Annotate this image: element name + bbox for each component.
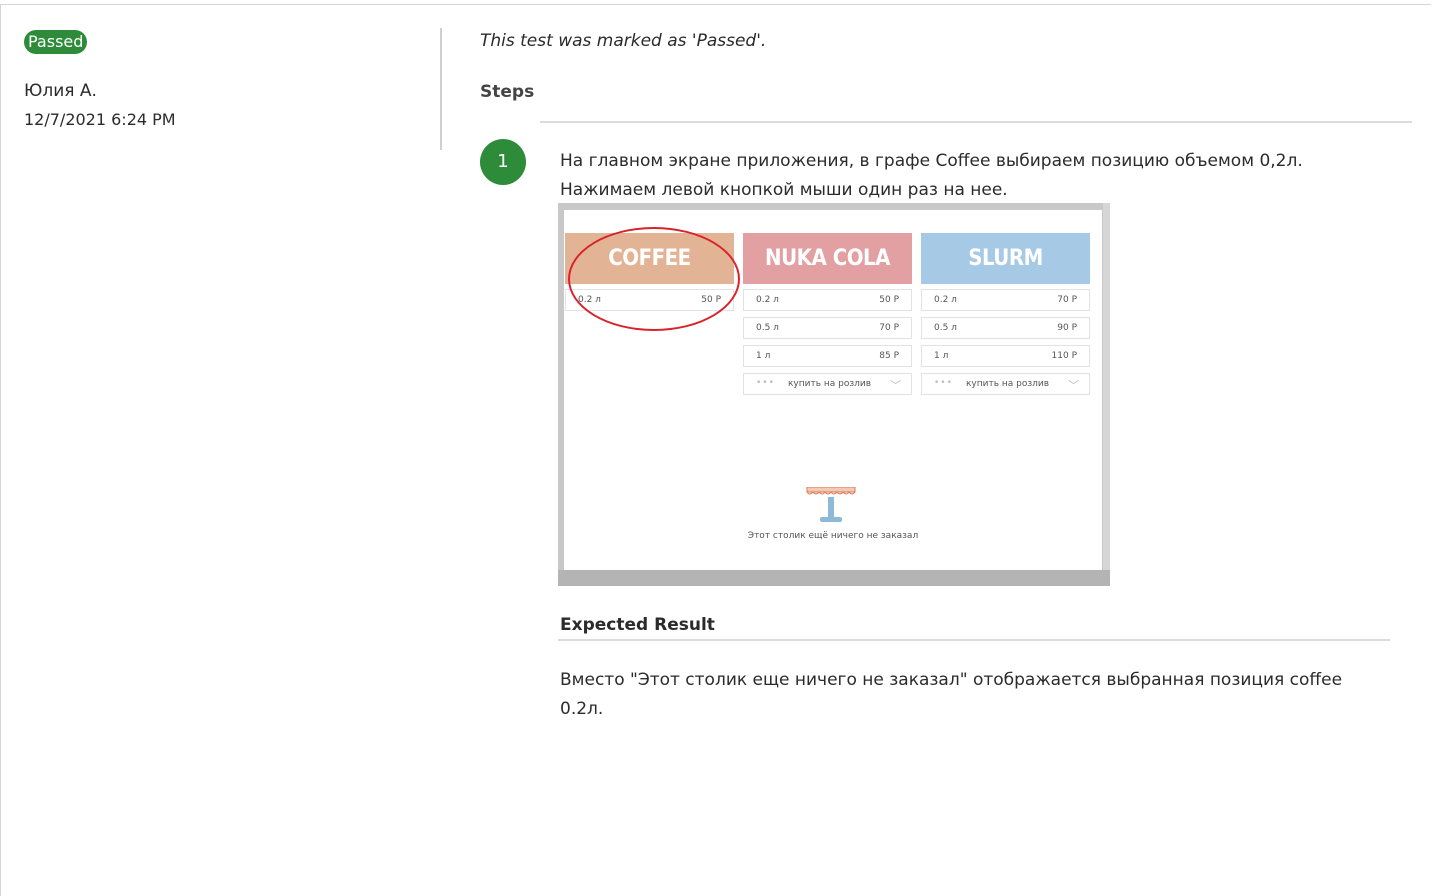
slurm-card-header: SLURM xyxy=(921,233,1090,284)
column-divider xyxy=(440,28,442,150)
row-price: 50 Р xyxy=(879,295,899,305)
row-size: 0.2 л xyxy=(756,295,779,305)
expected-result-divider xyxy=(558,639,1390,641)
row-price: 90 Р xyxy=(1057,323,1077,333)
screenshot-content: COFFEE 0.2 л 50 Р NUKA COLA 0.2 л 50 Р 0… xyxy=(564,210,1102,570)
row-price: 85 Р xyxy=(879,351,899,361)
step-screenshot[interactable]: COFFEE 0.2 л 50 Р NUKA COLA 0.2 л 50 Р 0… xyxy=(558,203,1110,586)
result-note: This test was marked as 'Passed'. xyxy=(480,31,767,51)
expected-result-heading: Expected Result xyxy=(560,615,715,635)
steps-divider xyxy=(540,121,1412,123)
row-size: 0.5 л xyxy=(934,323,957,333)
nuka-row: 1 л 85 Р xyxy=(743,345,912,367)
bulk-label: купить на розлив xyxy=(966,379,1050,389)
test-date: 12/7/2021 6:24 PM xyxy=(24,110,176,129)
status-badge: Passed xyxy=(24,30,88,54)
dots-icon: ••• xyxy=(756,378,775,388)
highlight-ellipse xyxy=(568,227,740,331)
row-size: 0.5 л xyxy=(756,323,779,333)
slurm-row: 0.5 л 90 Р xyxy=(921,317,1090,339)
step-number-badge: 1 xyxy=(480,139,526,185)
nuka-row: 0.5 л 70 Р xyxy=(743,317,912,339)
chevron-down-icon: ﹀ xyxy=(1068,379,1079,392)
screenshot-border xyxy=(558,570,1110,586)
dots-icon: ••• xyxy=(934,378,953,388)
chevron-down-icon: ﹀ xyxy=(890,379,901,392)
nuka-row: 0.2 л 50 Р xyxy=(743,289,912,311)
slurm-row: 1 л 110 Р xyxy=(921,345,1090,367)
slurm-row: 0.2 л 70 Р xyxy=(921,289,1090,311)
nuka-cola-card-header: NUKA COLA xyxy=(743,233,912,284)
tester-name: Юлия А. xyxy=(24,81,97,101)
empty-table-message: Этот столик ещё ничего не заказал xyxy=(747,531,919,541)
row-price: 70 Р xyxy=(1057,295,1077,305)
row-price: 70 Р xyxy=(879,323,899,333)
row-price: 110 Р xyxy=(1051,351,1077,361)
row-size: 1 л xyxy=(756,351,771,361)
expected-result-text: Вместо "Этот столик еще ничего не заказа… xyxy=(560,670,1343,719)
table-icon xyxy=(806,487,856,522)
steps-heading: Steps xyxy=(480,82,535,102)
bulk-label: купить на розлив xyxy=(788,379,872,389)
step-description: На главном экране приложения, в графе Co… xyxy=(560,151,1303,200)
row-size: 1 л xyxy=(934,351,949,361)
slurm-bulk-row: ••• купить на розлив ﹀ xyxy=(921,373,1090,395)
screenshot-border xyxy=(1103,203,1110,586)
nuka-bulk-row: ••• купить на розлив ﹀ xyxy=(743,373,912,395)
row-size: 0.2 л xyxy=(934,295,957,305)
